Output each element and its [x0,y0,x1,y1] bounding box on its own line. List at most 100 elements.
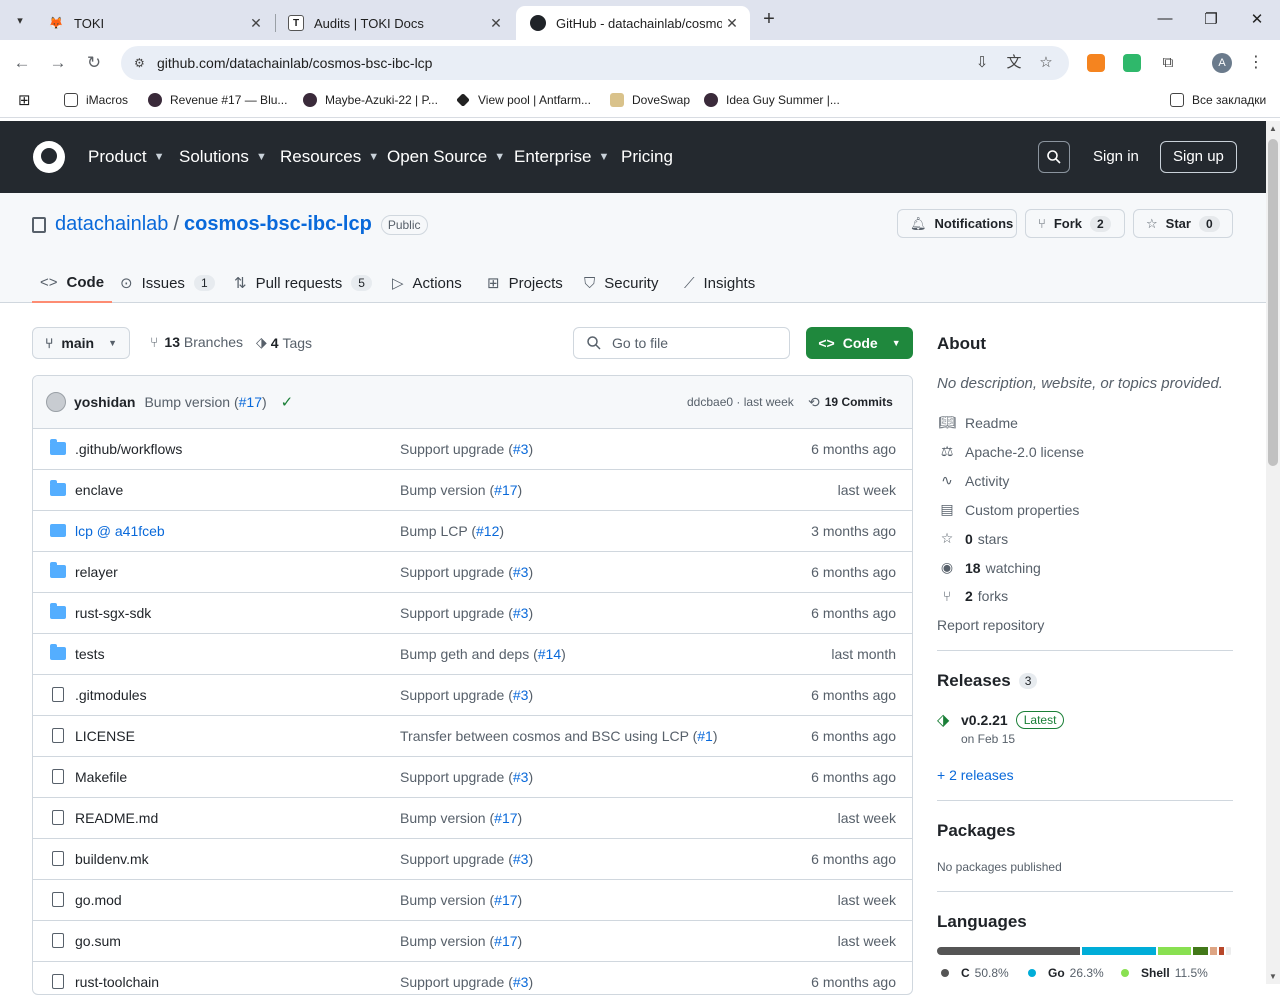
file-name-link[interactable]: relayer [75,564,118,580]
file-name-link[interactable]: enclave [75,482,123,498]
activity-link[interactable]: ∿ Activity [937,472,1009,489]
commit-pr-link[interactable]: #12 [476,523,499,539]
reload-icon[interactable]: ↻ [84,53,104,73]
table-row[interactable]: LICENSE Transfer between cosmos and BSC u… [33,716,912,757]
table-row[interactable]: go.sum Bump version (#17) last week [33,921,912,962]
bookmark-star-icon[interactable]: ☆ [1037,54,1055,72]
file-name-link[interactable]: go.sum [75,933,121,949]
bookmark-antfarm[interactable]: View pool | Antfarm... [456,93,591,107]
branches-link[interactable]: ⑂ 13 Branches [150,334,243,350]
table-row[interactable]: README.md Bump version (#17) last week [33,798,912,839]
file-commit-message[interactable]: Transfer between cosmos and BSC using LC… [400,728,718,744]
latest-release[interactable]: ⬗ v0.2.21 Latest [937,710,1065,730]
commit-pr-link[interactable]: #17 [494,892,517,908]
nav-pricing[interactable]: Pricing [621,147,673,167]
commit-pr-link[interactable]: #3 [513,564,529,580]
file-name-link[interactable]: go.mod [75,892,122,908]
notifications-button[interactable]: 🔔︎ Notifications [897,209,1017,238]
metamask-extension-icon[interactable] [1087,54,1105,72]
file-name-link[interactable]: LICENSE [75,728,135,744]
file-commit-message[interactable]: Bump version (#17) [400,933,522,949]
more-releases-link[interactable]: + 2 releases [937,767,1014,783]
commit-pr-link[interactable]: #3 [513,974,529,990]
commit-sha[interactable]: ddcbae0 [687,395,733,409]
tab-issues[interactable]: ⊙ Issues 1 [120,263,215,303]
file-name-link[interactable]: rust-toolchain [75,974,159,990]
file-name-link[interactable]: buildenv.mk [75,851,149,867]
table-row[interactable]: Makefile Support upgrade (#3) 6 months ago [33,757,912,798]
file-name-link[interactable]: .github/workflows [75,441,182,457]
file-commit-message[interactable]: Support upgrade (#3) [400,769,533,785]
tab-code[interactable]: <> Code [32,263,113,303]
close-tab-icon[interactable]: ✕ [486,15,506,32]
close-tab-icon[interactable]: ✕ [722,15,742,32]
commit-pr-link[interactable]: #3 [513,769,529,785]
bookmark-imacros[interactable]: iMacros [64,93,128,107]
scroll-up-icon[interactable]: ▲ [1269,124,1277,133]
scrollbar-thumb[interactable] [1268,139,1278,466]
file-commit-message[interactable]: Bump version (#17) [400,482,522,498]
address-bar[interactable]: ⚙ github.com/datachainlab/cosmos-bsc-ibc… [121,46,1069,80]
forks-link[interactable]: ⑂ 2 forks [937,588,1008,604]
table-row[interactable]: tests Bump geth and deps (#14) last month [33,634,912,675]
tab-projects[interactable]: ⊞ Projects [487,263,563,303]
file-name-link[interactable]: .gitmodules [75,687,147,703]
file-commit-message[interactable]: Bump geth and deps (#14) [400,646,566,662]
commits-link[interactable]: ⟲ 19 Commits [808,394,893,411]
commit-pr-link[interactable]: #14 [538,646,561,662]
table-row[interactable]: .gitmodules Support upgrade (#3) 6 months … [33,675,912,716]
bookmark-revenue[interactable]: Revenue #17 — Blu... [148,93,287,107]
table-row[interactable]: lcp @ a41fceb Bump LCP (#12) 3 months ago [33,511,912,552]
table-row[interactable]: rust-toolchain Support upgrade (#3) 6 mont… [33,962,912,994]
commit-pr-link[interactable]: #17 [494,482,517,498]
commit-author[interactable]: yoshidan [74,394,135,410]
file-name-link[interactable]: lcp @ a41fceb [75,523,165,539]
forward-icon[interactable]: → [48,53,68,73]
table-row[interactable]: rust-sgx-sdk Support upgrade (#3) 6 months… [33,593,912,634]
commit-message[interactable]: Bump version (#17) [144,394,266,410]
tab-search-icon[interactable]: ▾ [8,8,32,32]
packages-heading[interactable]: Packages [937,821,1015,841]
page-scrollbar[interactable]: ▲ ▼ [1266,121,1280,984]
commit-pr-link[interactable]: #3 [513,441,529,457]
install-app-icon[interactable]: ⇩ [973,54,991,72]
code-dropdown-button[interactable]: <> Code ▼ [806,327,913,359]
file-commit-message[interactable]: Support upgrade (#3) [400,441,533,457]
nav-enterprise[interactable]: Enterprise ▼ [514,147,609,167]
table-row[interactable]: .github/workflows Support upgrade (#3) 6 m… [33,429,912,470]
file-name-link[interactable]: rust-sgx-sdk [75,605,151,621]
language-item[interactable]: C 50.8% [941,966,1009,980]
all-bookmarks-folder[interactable]: Все закладки [1170,93,1266,107]
commit-pr-link[interactable]: #17 [494,933,517,949]
file-commit-message[interactable]: Support upgrade (#3) [400,564,533,580]
table-row[interactable]: enclave Bump version (#17) last week [33,470,912,511]
table-row[interactable]: relayer Support upgrade (#3) 6 months ago [33,552,912,593]
nav-product[interactable]: Product ▼ [88,147,164,167]
releases-heading-link[interactable]: Releases 3 [937,671,1038,691]
tab-insights[interactable]: ⟋ Insights [684,263,755,303]
file-commit-message[interactable]: Bump version (#17) [400,810,522,826]
scroll-down-icon[interactable]: ▼ [1269,972,1277,981]
github-logo-icon[interactable] [33,141,65,173]
tab-actions[interactable]: ▷ Actions [392,263,462,303]
file-commit-message[interactable]: Bump LCP (#12) [400,523,504,539]
tags-link[interactable]: ⬗ 4 Tags [256,334,312,351]
repo-owner-link[interactable]: datachainlab [55,213,168,236]
nav-resources[interactable]: Resources ▼ [280,147,379,167]
check-icon[interactable]: ✓ [281,393,294,411]
avatar[interactable] [46,392,66,412]
watchers-link[interactable]: ◉ 18 watching [937,559,1041,576]
browser-tab-toki-docs[interactable]: T Audits | TOKI Docs ✕ [274,6,514,40]
file-commit-message[interactable]: Support upgrade (#3) [400,687,533,703]
go-to-file-input[interactable]: Go to file [573,327,790,359]
custom-properties-link[interactable]: ▤ Custom properties [937,501,1079,518]
restore-icon[interactable]: ❐ [1201,10,1221,28]
report-repository-link[interactable]: Report repository [937,617,1044,633]
readme-link[interactable]: 📖︎ Readme [937,414,1018,431]
commit-pr-link[interactable]: #3 [513,605,529,621]
file-commit-message[interactable]: Support upgrade (#3) [400,605,533,621]
tab-security[interactable]: ⛉ Security [584,263,658,303]
commit-pr-link[interactable]: #1 [697,728,713,744]
commit-pr-link[interactable]: #3 [513,687,529,703]
extensions-puzzle-icon[interactable]: ⧉ [1159,54,1177,72]
